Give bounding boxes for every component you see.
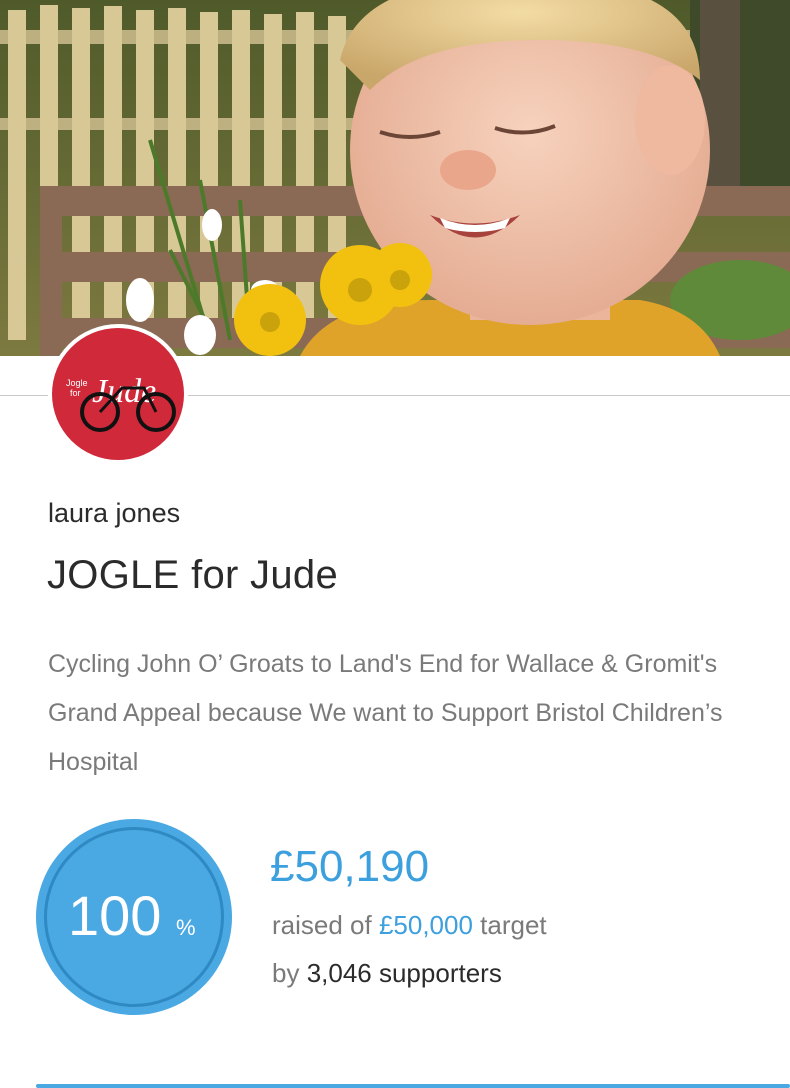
charity-logo: Jogle for Jude	[48, 324, 188, 464]
progress-circle: 100 %	[36, 819, 232, 1015]
target-line: raised of £50,000 target	[272, 910, 547, 941]
supporters-line: by 3,046 supporters	[272, 958, 502, 989]
supporters-count[interactable]: 3,046 supporters	[307, 958, 502, 988]
hero-image	[0, 0, 790, 356]
raised-amount: £50,190	[270, 842, 430, 891]
supporters-prefix: by	[272, 958, 307, 988]
bicycle-icon: Jogle for Jude	[66, 373, 176, 432]
target-amount: £50,000	[378, 910, 473, 940]
target-suffix: target	[472, 910, 547, 940]
page-description: Cycling John O’ Groats to Land's End for…	[48, 650, 723, 776]
bottom-action-bar[interactable]	[36, 1084, 790, 1088]
child-with-flowers-photo	[0, 0, 790, 356]
logo-small-text-2: for	[70, 388, 81, 398]
page-title: JOGLE for Jude	[47, 553, 338, 597]
progress-percent-sign: %	[176, 915, 196, 940]
progress-percent-value: 100	[68, 884, 162, 947]
raised-prefix: raised of	[272, 910, 379, 940]
logo-small-text-1: Jogle	[66, 378, 88, 388]
fundraiser-owner-name[interactable]: laura jones	[48, 498, 180, 529]
